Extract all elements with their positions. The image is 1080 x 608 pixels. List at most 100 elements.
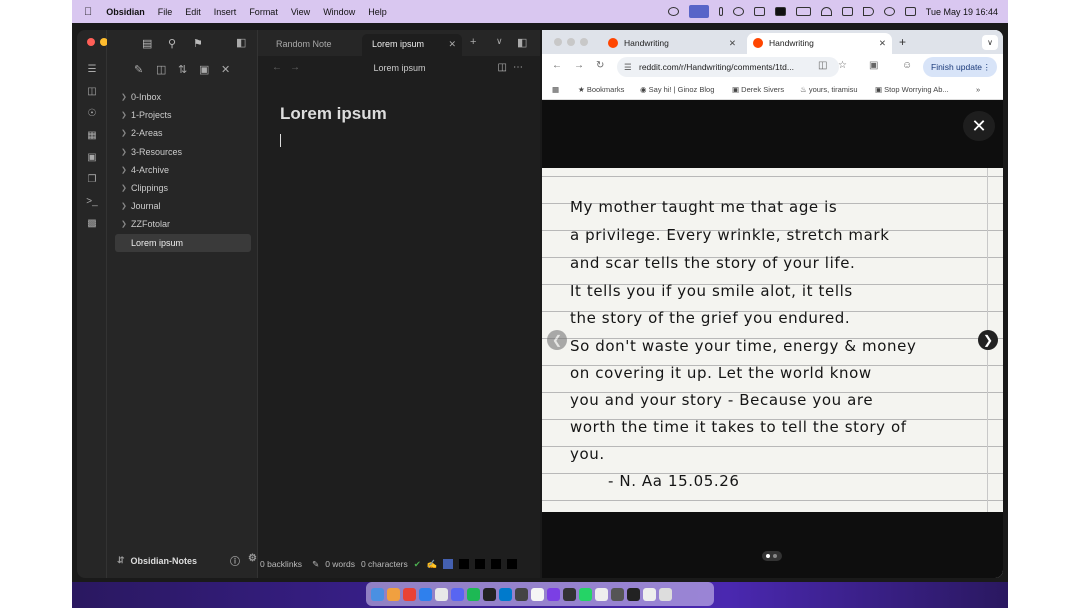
close-lightbox-button[interactable]: ✕ [963, 111, 995, 141]
finish-update-button[interactable]: Finish update ⋮ [923, 57, 997, 77]
terminal-icon[interactable] [483, 587, 496, 601]
auto-reveal-icon[interactable]: ▣ [199, 63, 209, 76]
file-item-selected[interactable]: Lorem ipsum [115, 233, 251, 252]
bookmark-star-icon[interactable]: ☆ [838, 60, 847, 71]
plugin-status-icon[interactable] [443, 559, 454, 569]
collapse-all-icon[interactable]: ✕ [221, 63, 230, 76]
new-folder-icon[interactable]: ◫ [156, 63, 166, 76]
next-image-button[interactable]: ❯ [978, 330, 998, 350]
play-icon[interactable] [732, 7, 744, 16]
bookmark-item[interactable]: ▣ Stop Worrying Ab... [875, 85, 949, 94]
site-info-icon[interactable]: ☰ [624, 57, 632, 77]
app-icon[interactable] [611, 587, 624, 601]
close-window-button[interactable] [554, 38, 562, 46]
trash-icon[interactable] [659, 587, 672, 601]
status-app-icon[interactable] [667, 7, 679, 16]
pagination-dot-active[interactable] [766, 554, 770, 558]
documents-folder-icon[interactable] [643, 587, 656, 601]
plugin-status-icon[interactable] [459, 559, 470, 569]
folder-item[interactable]: ❯ 1-Projects [115, 106, 251, 124]
menu-edit[interactable]: Edit [185, 7, 201, 17]
reload-icon[interactable]: ↻ [596, 60, 604, 71]
battery-icon[interactable] [795, 7, 811, 16]
finder-icon[interactable] [371, 587, 384, 601]
sync-check-icon[interactable]: ✔ [414, 559, 421, 570]
window-icon[interactable] [753, 7, 765, 16]
outline-icon[interactable]: ☰ [86, 64, 98, 75]
backlinks-count[interactable]: 0 backlinks [260, 559, 302, 569]
bookmarks-overflow-icon[interactable]: » [976, 85, 980, 94]
bookmarks-folder[interactable]: ★ Bookmarks [578, 85, 624, 94]
graph-view-icon[interactable]: ☉ [86, 108, 98, 119]
plugin-status-icon[interactable] [491, 559, 502, 569]
status-indicator-icon[interactable] [718, 7, 723, 16]
plugin-status-icon[interactable] [475, 559, 486, 569]
safari-icon[interactable] [419, 587, 432, 601]
bookmarks-icon[interactable]: ⚑ [193, 37, 203, 50]
help-icon[interactable]: ⓘ [230, 553, 240, 568]
volume-icon[interactable] [862, 7, 874, 16]
app-icon[interactable] [595, 587, 608, 601]
settings-gear-icon[interactable]: ⚙ [248, 553, 257, 568]
folder-item[interactable]: ❯ 3-Resources [115, 143, 251, 161]
new-note-icon[interactable]: ✎ [134, 63, 143, 76]
launchpad-icon[interactable] [387, 587, 400, 601]
toggle-sidebar-icon[interactable]: ◧ [236, 36, 246, 49]
apple-menu-icon[interactable]:  [84, 6, 92, 18]
new-tab-icon[interactable]: + [899, 35, 906, 49]
new-tab-icon[interactable]: + [470, 36, 476, 48]
edit-mode-icon[interactable]: ✎ [312, 559, 319, 570]
pen-icon[interactable]: ✍ [427, 559, 438, 570]
notes-icon[interactable] [531, 587, 544, 601]
zoom-window-button[interactable] [580, 38, 588, 46]
sort-icon[interactable]: ⇅ [178, 63, 187, 76]
profile-avatar-icon[interactable]: ☺ [902, 60, 912, 71]
input-source-icon[interactable] [774, 7, 786, 16]
app-icon[interactable] [627, 587, 640, 601]
folder-item[interactable]: ❯ 0-Inbox [115, 88, 251, 106]
menu-format[interactable]: Format [249, 7, 278, 17]
menubar-clock[interactable]: Tue May 19 16:44 [926, 7, 998, 17]
close-window-button[interactable] [87, 38, 95, 46]
tab-random-note[interactable]: Random Note [266, 34, 342, 56]
apps-grid-icon[interactable]: ▦ [552, 85, 559, 94]
canvas-icon[interactable]: ▦ [86, 130, 98, 141]
install-app-icon[interactable]: ◫ [818, 60, 827, 71]
menu-file[interactable]: File [158, 7, 173, 17]
menu-insert[interactable]: Insert [214, 7, 237, 17]
tab-lorem-ipsum[interactable]: Lorem ipsum ✕ [362, 34, 462, 56]
search-icon[interactable]: ⚲ [168, 37, 176, 50]
open-file-icon[interactable]: ◫ [86, 86, 98, 97]
back-arrow-icon[interactable]: ← [552, 60, 562, 71]
close-tab-icon[interactable]: ✕ [879, 33, 886, 54]
spotlight-search-icon[interactable] [883, 7, 895, 16]
menu-help[interactable]: Help [368, 7, 387, 17]
whatsapp-icon[interactable] [579, 587, 592, 601]
address-bar[interactable]: ☰ reddit.com/r/Handwriting/comments/1td.… [617, 57, 839, 77]
close-tab-icon[interactable]: ✕ [448, 34, 456, 54]
view-header-title[interactable]: Lorem ipsum [373, 63, 425, 73]
chrome-icon[interactable] [403, 587, 416, 601]
right-sidebar-toggle-icon[interactable]: ◧ [517, 36, 527, 49]
calendar-icon[interactable]: ▣ [86, 152, 98, 163]
pagination-dot[interactable] [773, 554, 777, 558]
menu-window[interactable]: Window [323, 7, 355, 17]
forward-arrow-icon[interactable]: → [574, 60, 584, 71]
command-palette-icon[interactable]: >_ [86, 196, 98, 207]
vscode-icon[interactable] [499, 587, 512, 601]
control-center-icon[interactable] [904, 7, 916, 16]
folder-item[interactable]: ❯ Clippings [115, 179, 251, 197]
folder-item[interactable]: ❯ ZZFotolar [115, 215, 251, 233]
reading-view-and-more-icons[interactable]: ◫⋯ [498, 58, 529, 78]
bases-icon[interactable]: ▩ [86, 218, 98, 229]
bookmark-item[interactable]: ♨ yours, tiramisu [800, 85, 858, 94]
app-icon[interactable] [563, 587, 576, 601]
tab-list-chevron-icon[interactable]: ∨ [496, 36, 503, 47]
nav-back-forward-icons[interactable]: ←→ [272, 58, 308, 78]
wifi-icon[interactable] [820, 7, 832, 16]
app-menu[interactable]: Obsidian [106, 7, 145, 17]
kebab-menu-icon[interactable]: ⋮ [983, 57, 992, 77]
discord-icon[interactable] [451, 587, 464, 601]
close-tab-icon[interactable]: ✕ [729, 33, 736, 54]
templates-icon[interactable]: ❐ [86, 174, 98, 185]
